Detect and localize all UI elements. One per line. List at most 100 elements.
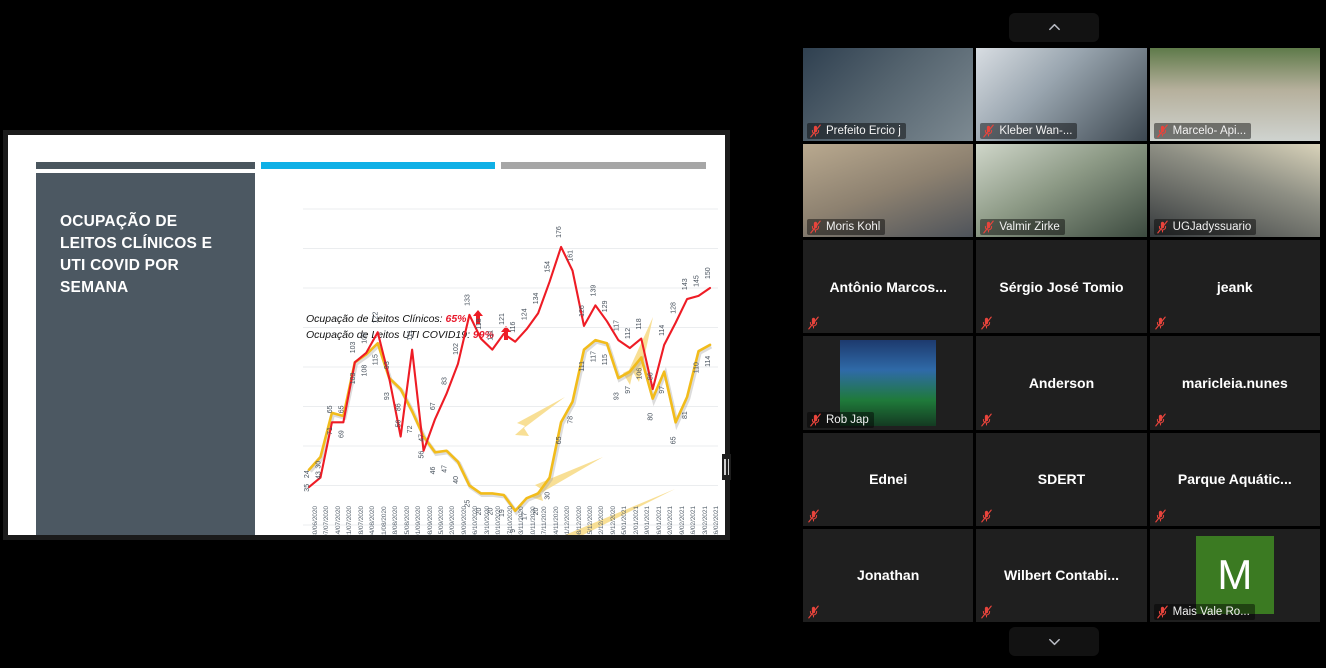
svg-text:117: 117	[590, 351, 597, 362]
participant-tile[interactable]: maricleia.nunes	[1149, 336, 1320, 430]
shared-screen-area[interactable]: OCUPAÇÃO DE LEITOS CLÍNICOS E UTI COVID …	[3, 130, 731, 540]
participant-status-bar	[807, 508, 825, 524]
x-axis-label: 05/01/2021	[621, 505, 629, 535]
microphone-muted-icon	[1156, 220, 1168, 234]
chart-container: Ocupação de Leitos Clínicos: 65% Ocupaçã…	[263, 173, 723, 535]
svg-text:86: 86	[648, 372, 655, 380]
x-axis-label: 07/07/2020	[323, 505, 331, 535]
participant-tile[interactable]: Rob Jap	[803, 336, 974, 430]
x-axis-label: 30/06/2020	[312, 505, 319, 535]
participant-name: Anderson	[1028, 375, 1095, 392]
x-axis-label: 06/10/2020	[472, 505, 480, 535]
participant-status-bar	[1154, 315, 1172, 331]
svg-text:108: 108	[361, 365, 368, 377]
participant-gallery: Prefeito Ercio j Kleber Wan-... Marcelo- A…	[800, 0, 1326, 668]
participant-tile[interactable]: Sérgio José Tomio	[976, 240, 1147, 334]
participant-tile[interactable]: Valmir Zirke	[976, 144, 1147, 238]
microphone-muted-icon	[808, 509, 819, 523]
x-axis-label: 09/02/2021	[678, 505, 686, 535]
slide-title: OCUPAÇÃO DE LEITOS CLÍNICOS E UTI COVID …	[60, 213, 213, 296]
x-axis-label: 01/12/2020	[564, 505, 572, 535]
participant-status-bar: Mais Vale Ro...	[1153, 603, 1255, 620]
deco-bar-dark	[36, 162, 255, 169]
x-axis-label: 26/02/2021	[713, 505, 720, 535]
participant-status-bar: Prefeito Ercio j	[807, 123, 906, 140]
participant-tile[interactable]: Anderson	[976, 336, 1147, 430]
participant-tile[interactable]: Jonathan	[803, 528, 974, 622]
participant-name: Prefeito Ercio j	[826, 125, 901, 138]
microphone-muted-icon	[1156, 124, 1168, 138]
gallery-scroll-up-button[interactable]	[1009, 13, 1099, 42]
svg-text:176: 176	[556, 226, 563, 238]
x-axis-label: 19/01/2021	[644, 505, 652, 535]
svg-text:97: 97	[659, 386, 666, 394]
chevron-down-icon	[1048, 638, 1060, 646]
svg-text:35: 35	[304, 484, 311, 492]
x-axis-label: 22/09/2020	[449, 505, 457, 535]
participant-name: Parque Aquátic...	[1177, 471, 1292, 488]
microphone-muted-icon	[810, 124, 821, 138]
participant-tile[interactable]: Marcelo- Api...	[1149, 48, 1320, 142]
participant-name: jeank	[1216, 278, 1253, 295]
participant-tile[interactable]: Ednei	[803, 432, 974, 526]
svg-text:129: 129	[602, 300, 609, 312]
x-axis-label: 01/09/2020	[415, 505, 423, 535]
svg-text:65: 65	[556, 436, 563, 444]
x-axis-label: 16/02/2021	[690, 505, 698, 535]
svg-text:24: 24	[304, 470, 311, 478]
participant-status-bar	[807, 315, 825, 331]
participant-name: Jonathan	[857, 567, 920, 584]
participant-tile[interactable]: Prefeito Ercio j	[803, 48, 974, 142]
participant-status-bar: UGJadyssuario	[1153, 219, 1257, 236]
x-axis-label: 21/07/2020	[346, 505, 354, 535]
svg-text:124: 124	[522, 308, 529, 320]
microphone-muted-icon	[981, 605, 993, 619]
microphone-muted-icon	[810, 220, 821, 234]
svg-text:116: 116	[510, 321, 517, 332]
svg-text:65: 65	[671, 436, 678, 444]
x-axis-label: 14/07/2020	[334, 505, 342, 535]
x-axis-label: 10/11/2020	[529, 506, 537, 535]
svg-text:112: 112	[625, 328, 632, 339]
participant-tile[interactable]: Antônio Marcos...	[803, 240, 974, 334]
participant-tile[interactable]: Parque Aquátic...	[1149, 432, 1320, 526]
participant-tile[interactable]: M Mais Vale Ro...	[1149, 528, 1320, 622]
svg-text:111: 111	[407, 330, 414, 341]
participant-status-bar	[1154, 508, 1172, 524]
svg-text:78: 78	[568, 416, 575, 424]
svg-text:93: 93	[384, 361, 391, 369]
svg-text:97: 97	[625, 386, 632, 394]
svg-text:139: 139	[590, 285, 597, 297]
microphone-muted-icon	[1154, 509, 1166, 523]
microphone-muted-icon	[1156, 605, 1168, 619]
microphone-muted-icon	[983, 124, 995, 138]
gallery-scroll-down-button[interactable]	[1009, 627, 1099, 656]
svg-text:161: 161	[568, 250, 575, 262]
svg-text:145: 145	[694, 275, 701, 287]
microphone-muted-icon	[808, 316, 819, 330]
share-resize-grip[interactable]	[722, 454, 731, 480]
svg-text:65: 65	[338, 405, 345, 413]
microphone-muted-icon	[983, 220, 995, 234]
svg-text:67: 67	[430, 402, 437, 410]
svg-text:114: 114	[659, 325, 666, 336]
x-axis-label: 28/07/2020	[357, 505, 365, 535]
participant-tile[interactable]: jeank	[1149, 240, 1320, 334]
svg-text:103: 103	[350, 341, 357, 353]
svg-text:111: 111	[579, 361, 586, 372]
participant-tile[interactable]: UGJadyssuario	[1149, 144, 1320, 238]
svg-text:118: 118	[636, 318, 643, 329]
svg-text:126: 126	[579, 305, 586, 317]
x-axis-label: 27/10/2020	[506, 505, 514, 535]
x-axis-label: 29/09/2020	[460, 505, 468, 535]
participant-tile[interactable]: Kleber Wan-...	[976, 48, 1147, 142]
participant-tile[interactable]: Moris Kohl	[803, 144, 974, 238]
participant-tile[interactable]: SDERT	[976, 432, 1147, 526]
participant-status-bar	[807, 604, 825, 620]
participant-tile[interactable]: Wilbert Contabi...	[976, 528, 1147, 622]
svg-text:47: 47	[419, 434, 426, 442]
svg-text:150: 150	[705, 267, 712, 279]
svg-text:46: 46	[430, 466, 437, 474]
x-axis-label: 20/10/2020	[495, 505, 503, 535]
svg-text:81: 81	[682, 411, 689, 419]
